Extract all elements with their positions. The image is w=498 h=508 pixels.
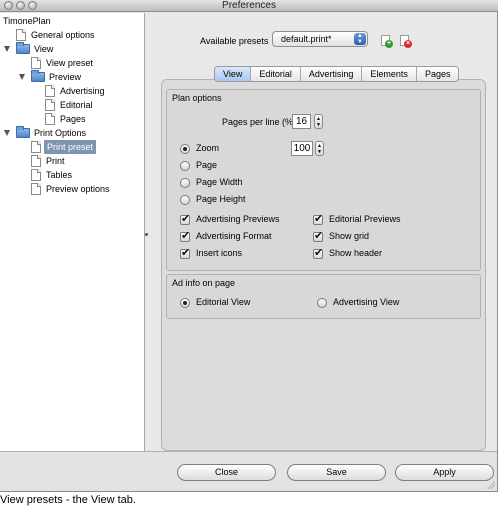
tree-item-label: Editorial: [60, 100, 93, 110]
tree-item-label: Pages: [60, 114, 86, 124]
tree-item-label: General options: [31, 30, 95, 40]
zoom-stepper[interactable]: ▲ ▼: [315, 141, 324, 156]
tab-bar: View Editorial Advertising Elements Page…: [214, 66, 460, 82]
zoom-radio[interactable]: [180, 144, 190, 154]
button-bar: Close Save Apply: [0, 451, 497, 491]
zoom-radio-label: Zoom: [196, 143, 220, 153]
apply-button[interactable]: Apply: [395, 464, 494, 481]
folder-icon: [16, 42, 30, 54]
resize-grip-icon[interactable]: [485, 479, 495, 489]
tree-item-label: View preset: [46, 58, 93, 68]
page-radio-label: Page: [196, 160, 218, 170]
ad-info-group: Ad info on page Editorial View Advertisi…: [166, 274, 481, 319]
show-header-label: Show header: [329, 248, 383, 258]
tree-item-label: View: [34, 44, 54, 54]
tab-elements[interactable]: Elements: [362, 67, 417, 81]
document-icon: [45, 85, 55, 97]
tree-item-label: Print: [46, 156, 65, 166]
tab-panel: Plan options Pages per line (%) 16 ▲ ▼ Zo…: [161, 79, 486, 451]
plan-options-group: Plan options Pages per line (%) 16 ▲ ▼ Zo…: [166, 89, 481, 271]
plan-options-title: Plan options: [172, 93, 222, 103]
save-button[interactable]: Save: [287, 464, 386, 481]
tree-item-label: Advertising: [60, 86, 105, 96]
tree-item-label: Tables: [46, 170, 73, 180]
document-icon: [45, 113, 55, 125]
page-height-radio[interactable]: [180, 195, 190, 205]
editorial-view-label: Editorial View: [196, 297, 251, 307]
close-button[interactable]: Close: [177, 464, 276, 481]
select-arrows-icon: ▲ ▼: [354, 33, 366, 45]
document-icon: [31, 57, 41, 69]
ad-info-title: Ad info on page: [172, 278, 236, 288]
advertising-previews-checkbox[interactable]: [180, 212, 190, 225]
insert-icons-label: Insert icons: [196, 248, 243, 258]
show-grid-label: Show grid: [329, 231, 370, 241]
add-preset-icon[interactable]: +: [380, 35, 393, 48]
tab-view[interactable]: View: [215, 67, 252, 81]
pages-per-line-label: Pages per line (%): [222, 117, 297, 127]
remove-preset-icon[interactable]: ×: [399, 35, 412, 48]
insert-icons-checkbox[interactable]: [180, 246, 190, 259]
advertising-view-radio[interactable]: [317, 298, 327, 308]
advertising-format-checkbox[interactable]: [180, 229, 190, 242]
preset-select-value: default.print*: [281, 34, 332, 44]
tree-item-label: Print preset: [44, 140, 97, 154]
disclosure-triangle-icon[interactable]: [4, 130, 10, 136]
folder-icon: [31, 70, 45, 82]
editorial-view-radio[interactable]: [180, 298, 190, 308]
tree-item-label: Preview options: [46, 184, 110, 194]
pages-per-line-input[interactable]: 16: [292, 114, 311, 129]
tree-item-label: Preview: [49, 72, 82, 82]
document-icon: [16, 29, 26, 41]
page-width-radio-label: Page Width: [196, 177, 243, 187]
editorial-previews-label: Editorial Previews: [329, 214, 401, 224]
pages-per-line-stepper[interactable]: ▲ ▼: [314, 114, 323, 129]
disclosure-triangle-icon[interactable]: [4, 46, 10, 52]
advertising-previews-label: Advertising Previews: [196, 214, 280, 224]
preferences-tree: TimonePlan General options View View pre…: [0, 13, 145, 451]
document-icon: [31, 183, 41, 195]
document-icon: [31, 141, 41, 153]
title-bar: Preferences: [0, 0, 498, 12]
document-icon: [45, 99, 55, 111]
disclosure-triangle-icon[interactable]: [19, 74, 25, 80]
tab-editorial[interactable]: Editorial: [251, 67, 301, 81]
advertising-view-label: Advertising View: [333, 297, 400, 307]
zoom-input[interactable]: 100: [291, 141, 313, 156]
tree-item-label: Print Options: [34, 128, 87, 138]
page-height-radio-label: Page Height: [196, 194, 246, 204]
editorial-previews-checkbox[interactable]: [313, 212, 323, 225]
tab-pages[interactable]: Pages: [417, 67, 459, 81]
folder-icon: [16, 126, 30, 138]
page-radio[interactable]: [180, 161, 190, 171]
show-header-checkbox[interactable]: [313, 246, 323, 259]
tab-advertising[interactable]: Advertising: [301, 67, 363, 81]
figure-caption: View presets - the View tab.: [0, 494, 136, 506]
document-icon: [31, 155, 41, 167]
show-grid-checkbox[interactable]: [313, 229, 323, 242]
page-width-radio[interactable]: [180, 178, 190, 188]
window-title: Preferences: [222, 0, 276, 11]
tree-item-label: TimonePlan: [3, 16, 51, 26]
document-icon: [31, 169, 41, 181]
available-presets-label: Available presets: [200, 36, 269, 46]
preset-select[interactable]: default.print* ▲ ▼: [272, 31, 368, 47]
preferences-window: Preferences TimonePlan General options V…: [0, 0, 498, 492]
preferences-content: Available presets default.print* ▲ ▼ + × …: [148, 13, 497, 451]
advertising-format-label: Advertising Format: [196, 231, 272, 241]
